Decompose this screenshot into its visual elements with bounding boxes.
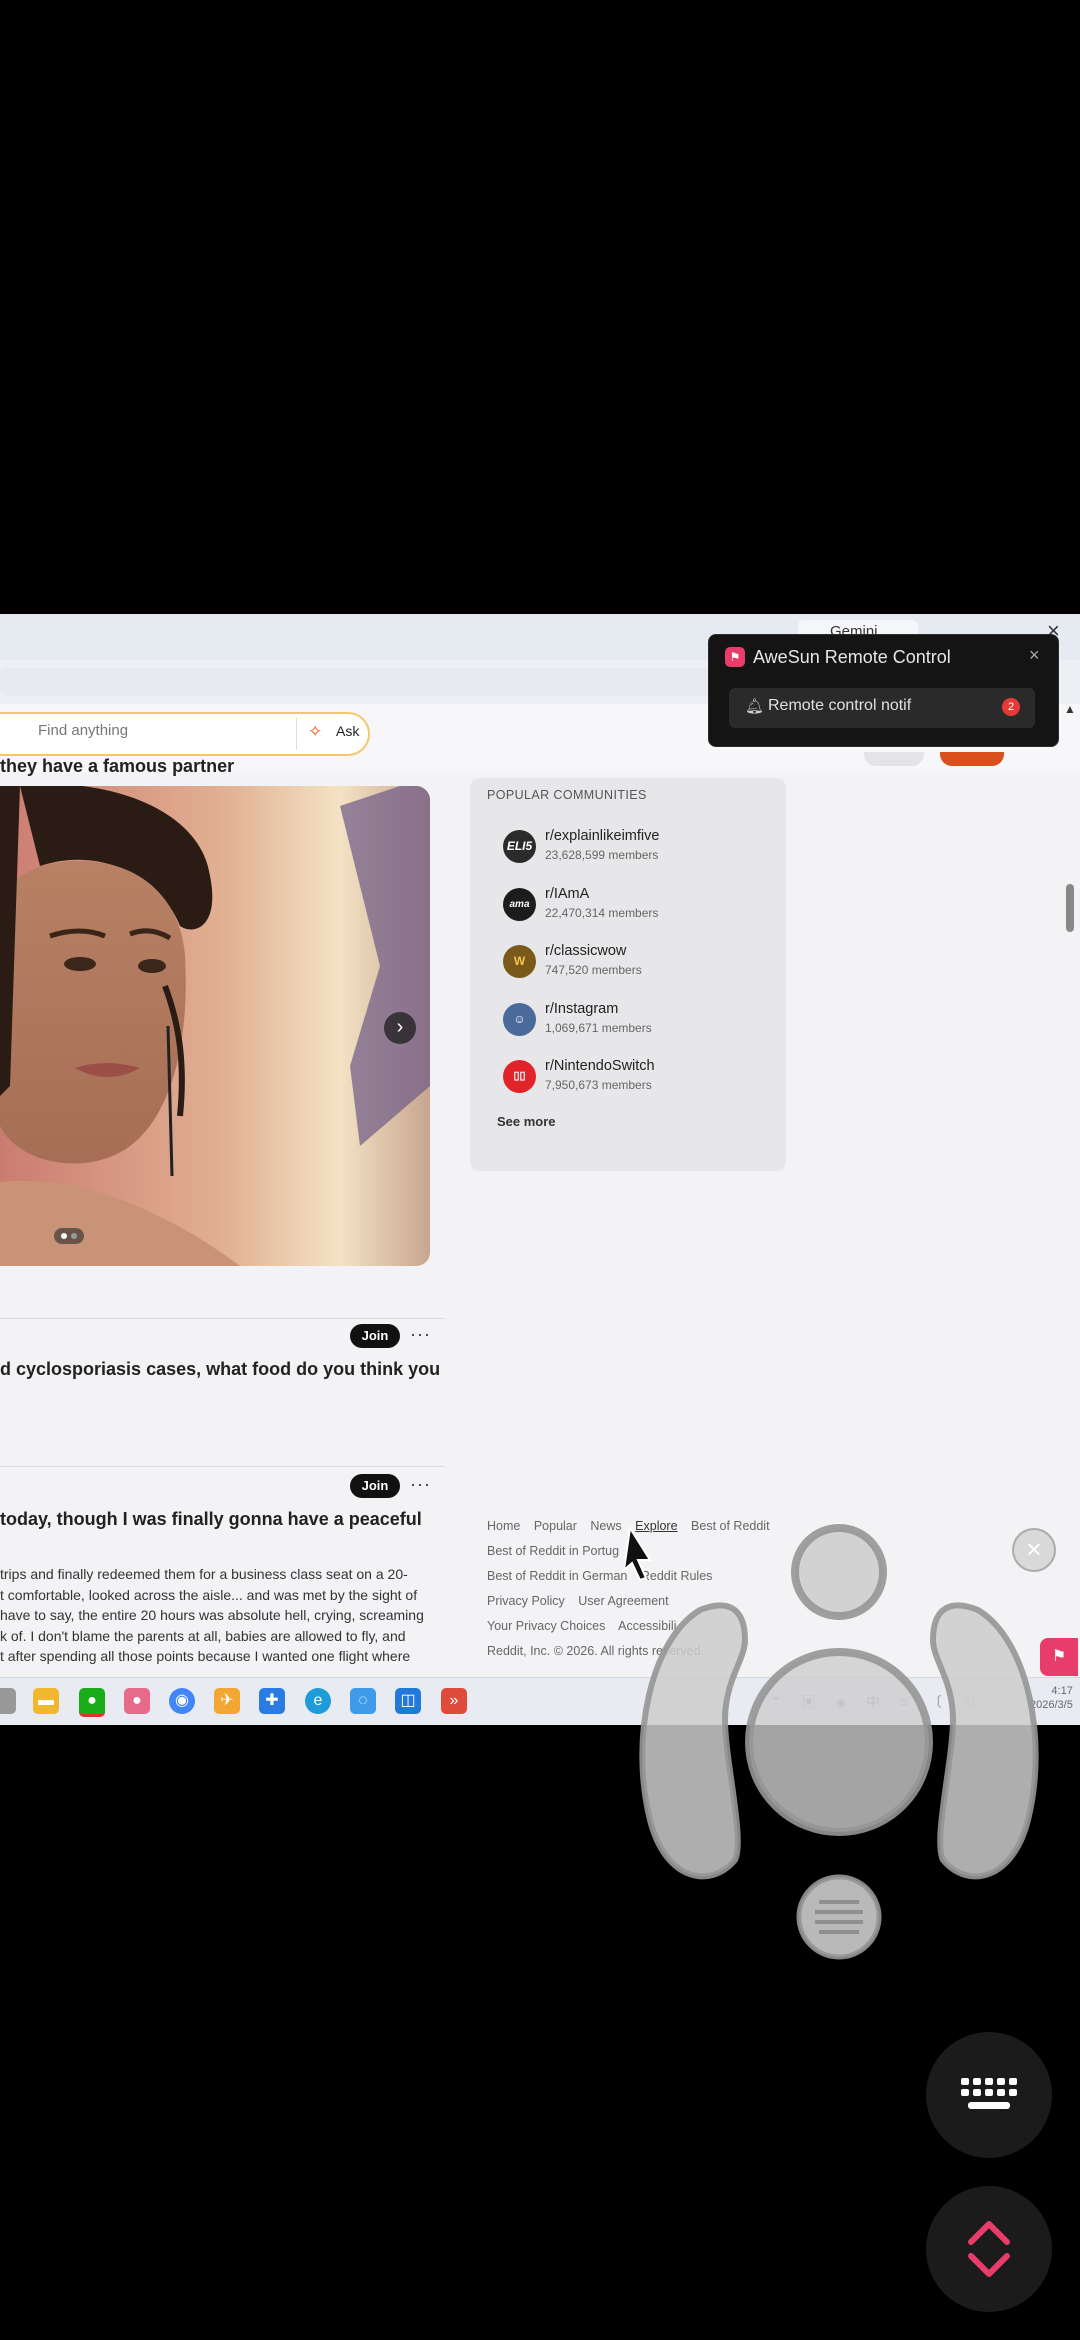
footer-link-privacy-choices[interactable]: Your Privacy Choices (487, 1619, 605, 1633)
community-avatar[interactable]: ☺ (503, 1003, 536, 1036)
copyright-text: Reddit, Inc. © 2026. All rights reserved… (487, 1644, 704, 1658)
keyboard-button[interactable] (926, 2032, 1052, 2158)
join-button[interactable]: Join (350, 1324, 400, 1348)
remote-desktop-screen: Gemini × Find anything ✧ Ask ▲ they have… (0, 614, 1080, 1725)
footer-link-explore[interactable]: Explore (635, 1519, 677, 1533)
keyboard-icon (961, 2078, 1017, 2109)
post-image[interactable] (0, 786, 430, 1266)
community-members: 747,520 members (545, 963, 642, 977)
footer-link-reddit-rules[interactable]: Reddit Rules (641, 1569, 713, 1583)
ask-button[interactable]: Ask (336, 723, 359, 739)
post-body-line: trips and finally redeemed them for a bu… (0, 1566, 408, 1582)
notification-close-button[interactable]: × (1029, 645, 1040, 666)
header-secondary-button[interactable] (864, 752, 924, 766)
footer-links: Your Privacy Choices Accessibili (487, 1619, 687, 1633)
footer-link-popular[interactable]: Popular (534, 1519, 577, 1533)
wechat-icon[interactable]: ● (79, 1688, 105, 1717)
folder-icon[interactable]: ▬ (33, 1688, 59, 1714)
carousel-next-button[interactable]: › (384, 1012, 416, 1044)
footer-link-best-of-reddit[interactable]: Best of Reddit (691, 1519, 770, 1533)
post-body-line: t after spending all those points becaus… (0, 1648, 411, 1664)
scroll-lines-icon (815, 1900, 863, 1934)
taskbar-app-icon[interactable]: » (441, 1688, 467, 1714)
community-name[interactable]: r/NintendoSwitch (545, 1058, 655, 1074)
bell-icon: 🔔︎ (745, 698, 765, 715)
community-members: 1,069,671 members (545, 1021, 652, 1035)
footer-links: Best of Reddit in German Reddit Rules (487, 1569, 722, 1583)
community-members: 22,470,314 members (545, 906, 659, 920)
scrollbar-thumb[interactable] (1066, 884, 1074, 932)
notification-count-badge: 2 (1002, 698, 1020, 716)
post-body-line: k of. I don't blame the parents at all, … (0, 1627, 406, 1644)
scroll-wheel-button[interactable] (796, 1874, 882, 1960)
community-name[interactable]: r/Instagram (545, 1001, 618, 1017)
footer-link-accessibility[interactable]: Accessibili (618, 1619, 676, 1633)
taskbar-app-icon[interactable]: ✈ (214, 1688, 240, 1714)
chrome-icon[interactable]: ◉ (169, 1688, 195, 1714)
community-name[interactable]: r/classicwow (545, 943, 626, 959)
footer-link-news[interactable]: News (590, 1519, 621, 1533)
post-title[interactable]: d cyclosporiasis cases, what food do you… (0, 1359, 440, 1380)
see-more-link[interactable]: See more (497, 1114, 556, 1129)
search-placeholder: Find anything (38, 722, 129, 739)
taskbar-app-icon[interactable]: ◌ (350, 1688, 376, 1714)
header-primary-button[interactable] (940, 752, 1004, 766)
scroll-up-arrow-icon[interactable]: ▲ (1064, 702, 1076, 716)
taskbar-app-icon[interactable]: ◫ (395, 1688, 421, 1714)
community-members: 7,950,673 members (545, 1078, 652, 1092)
community-avatar[interactable]: ama (503, 888, 536, 921)
footer-link-home[interactable]: Home (487, 1519, 520, 1533)
panel-title: POPULAR COMMUNITIES (487, 788, 647, 802)
community-name[interactable]: r/IAmA (545, 886, 589, 902)
post-body[interactable]: trips and finally redeemed them for a bu… (0, 1564, 430, 1667)
community-avatar[interactable]: ELI5 (503, 830, 536, 863)
taskbar-app-icon[interactable]: ● (124, 1688, 150, 1714)
clock-time: 4:17 (1051, 1685, 1073, 1697)
taskbar-clock[interactable]: 4:17 2026/3/5 (1030, 1684, 1073, 1712)
taskbar-app-icon[interactable]: ✚ (259, 1688, 285, 1714)
expand-collapse-icon (968, 2221, 1010, 2277)
awesun-side-tab-icon[interactable]: ⚑ (1040, 1638, 1078, 1676)
edge-icon[interactable]: e (305, 1688, 331, 1714)
carousel-indicator (54, 1228, 84, 1244)
footer-link-best-german[interactable]: Best of Reddit in German (487, 1569, 627, 1583)
overlay-close-button[interactable]: × (1012, 1528, 1056, 1572)
post-body-line: t comfortable, looked across the aisle..… (0, 1586, 418, 1603)
post-title[interactable]: they have a famous partner (0, 756, 234, 777)
awesun-logo-icon: ⚑ (725, 647, 745, 667)
community-members: 23,628,599 members (545, 848, 659, 862)
footer-links: Best of Reddit in Portug (487, 1544, 629, 1558)
portrait-photo (0, 786, 430, 1266)
community-avatar[interactable]: ▯▯ (503, 1060, 536, 1093)
join-button[interactable]: Join (350, 1474, 400, 1498)
post-body-line: have to say, the entire 20 hours was abs… (0, 1607, 424, 1623)
system-tray[interactable]: ⌃ ▣ ◈ 中 ⌗ 〔 ◁ (770, 1692, 984, 1712)
notification-message: Remote control notif (768, 697, 912, 714)
post-divider (0, 1466, 445, 1467)
post-divider (0, 1318, 445, 1319)
community-avatar[interactable]: W (503, 945, 536, 978)
more-options-icon[interactable]: ··· (410, 1324, 431, 1345)
search-divider (296, 718, 297, 750)
post-title[interactable]: today, though I was finally gonna have a… (0, 1509, 422, 1530)
footer-link-privacy-policy[interactable]: Privacy Policy (487, 1594, 565, 1608)
toggle-panel-button[interactable] (926, 2186, 1052, 2312)
taskbar-app-icon[interactable] (0, 1688, 16, 1714)
footer-links: Privacy Policy User Agreement (487, 1594, 679, 1608)
community-name[interactable]: r/explainlikeimfive (545, 828, 659, 844)
footer-links: Home Popular News Explore Best of Reddit (487, 1519, 780, 1533)
footer-link-user-agreement[interactable]: User Agreement (578, 1594, 668, 1608)
notification-title: AweSun Remote Control (753, 647, 951, 667)
sparkle-icon[interactable]: ✧ (308, 722, 322, 742)
footer-link-best-portuguese[interactable]: Best of Reddit in Portug (487, 1544, 619, 1558)
more-options-icon[interactable]: ··· (410, 1474, 431, 1495)
clock-date: 2026/3/5 (1030, 1699, 1073, 1711)
